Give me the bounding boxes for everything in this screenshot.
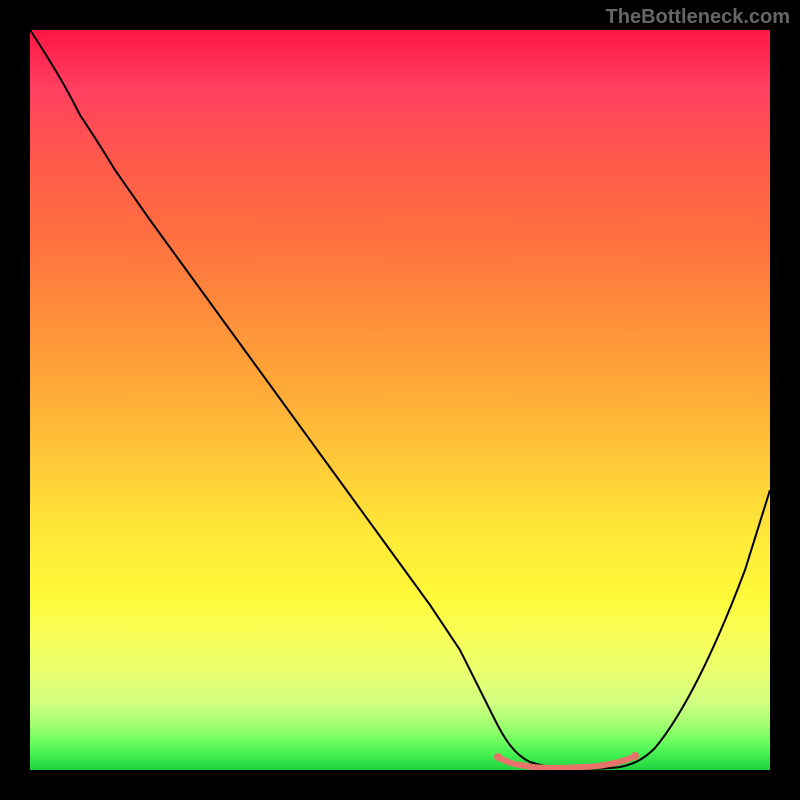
chart-plot-area [30,30,770,770]
bottleneck-curve-line [30,30,770,769]
marker-end-dot [631,752,639,760]
marker-start-dot [494,753,502,761]
watermark-text: TheBottleneck.com [606,6,790,29]
optimal-range-marker [498,756,635,768]
chart-svg [30,30,770,770]
